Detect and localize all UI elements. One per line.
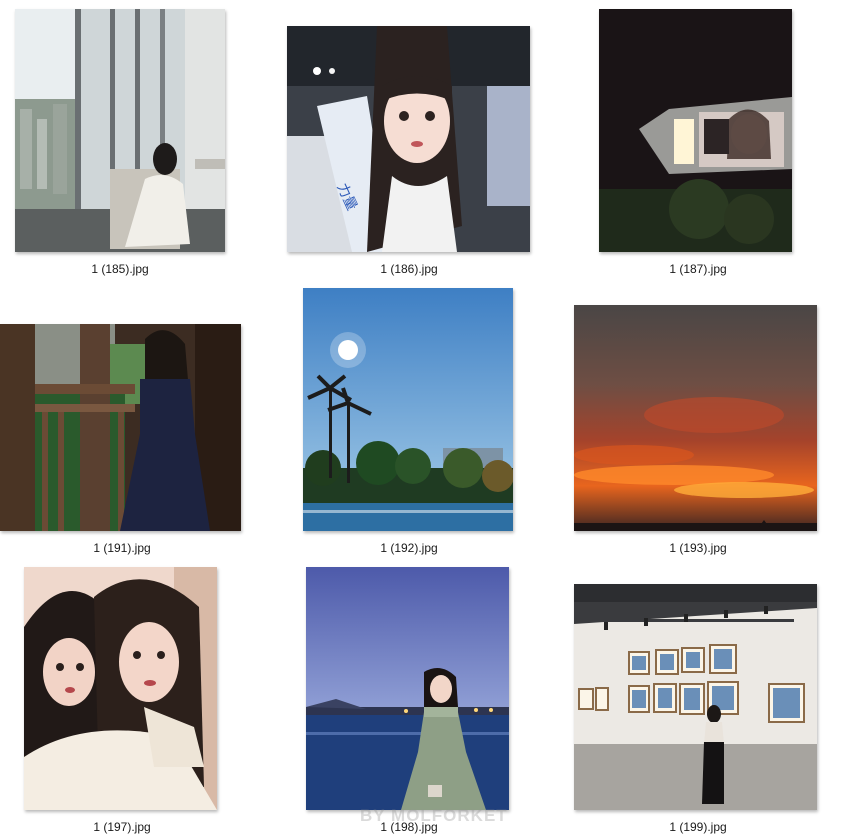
file-name: 1 (193).jpg [669,541,727,555]
file-name: 1 (197).jpg [93,820,151,834]
thumbnail-woman-on-balcony[interactable] [0,324,241,531]
thumbnail-sunset-clouds[interactable] [574,305,817,531]
file-name: 1 (192).jpg [380,541,438,555]
file-name: 1 (186).jpg [380,262,438,276]
file-name: 1 (187).jpg [669,262,727,276]
thumbnail-gallery-visitor[interactable] [574,584,817,810]
thumbnail-car-mirror-selfie[interactable] [599,9,792,252]
file-name: 1 (199).jpg [669,820,727,834]
thumbnail-woman-at-dusk-sea[interactable] [306,567,509,810]
thumbnail-concert-selfie[interactable]: 力量 [287,26,530,252]
file-thumbnail-grid: 1 (185).jpg 力量 1 (186).jpg 1 (187).jpg 1… [0,0,852,835]
file-name: 1 (185).jpg [91,262,149,276]
file-name: 1 (191).jpg [93,541,151,555]
thumbnail-two-girls-selfie[interactable] [24,567,217,810]
thumbnail-woman-by-window[interactable] [15,9,225,252]
watermark-text: BY MOLFORKET [360,806,508,825]
thumbnail-palm-trees-pool[interactable] [303,288,513,531]
